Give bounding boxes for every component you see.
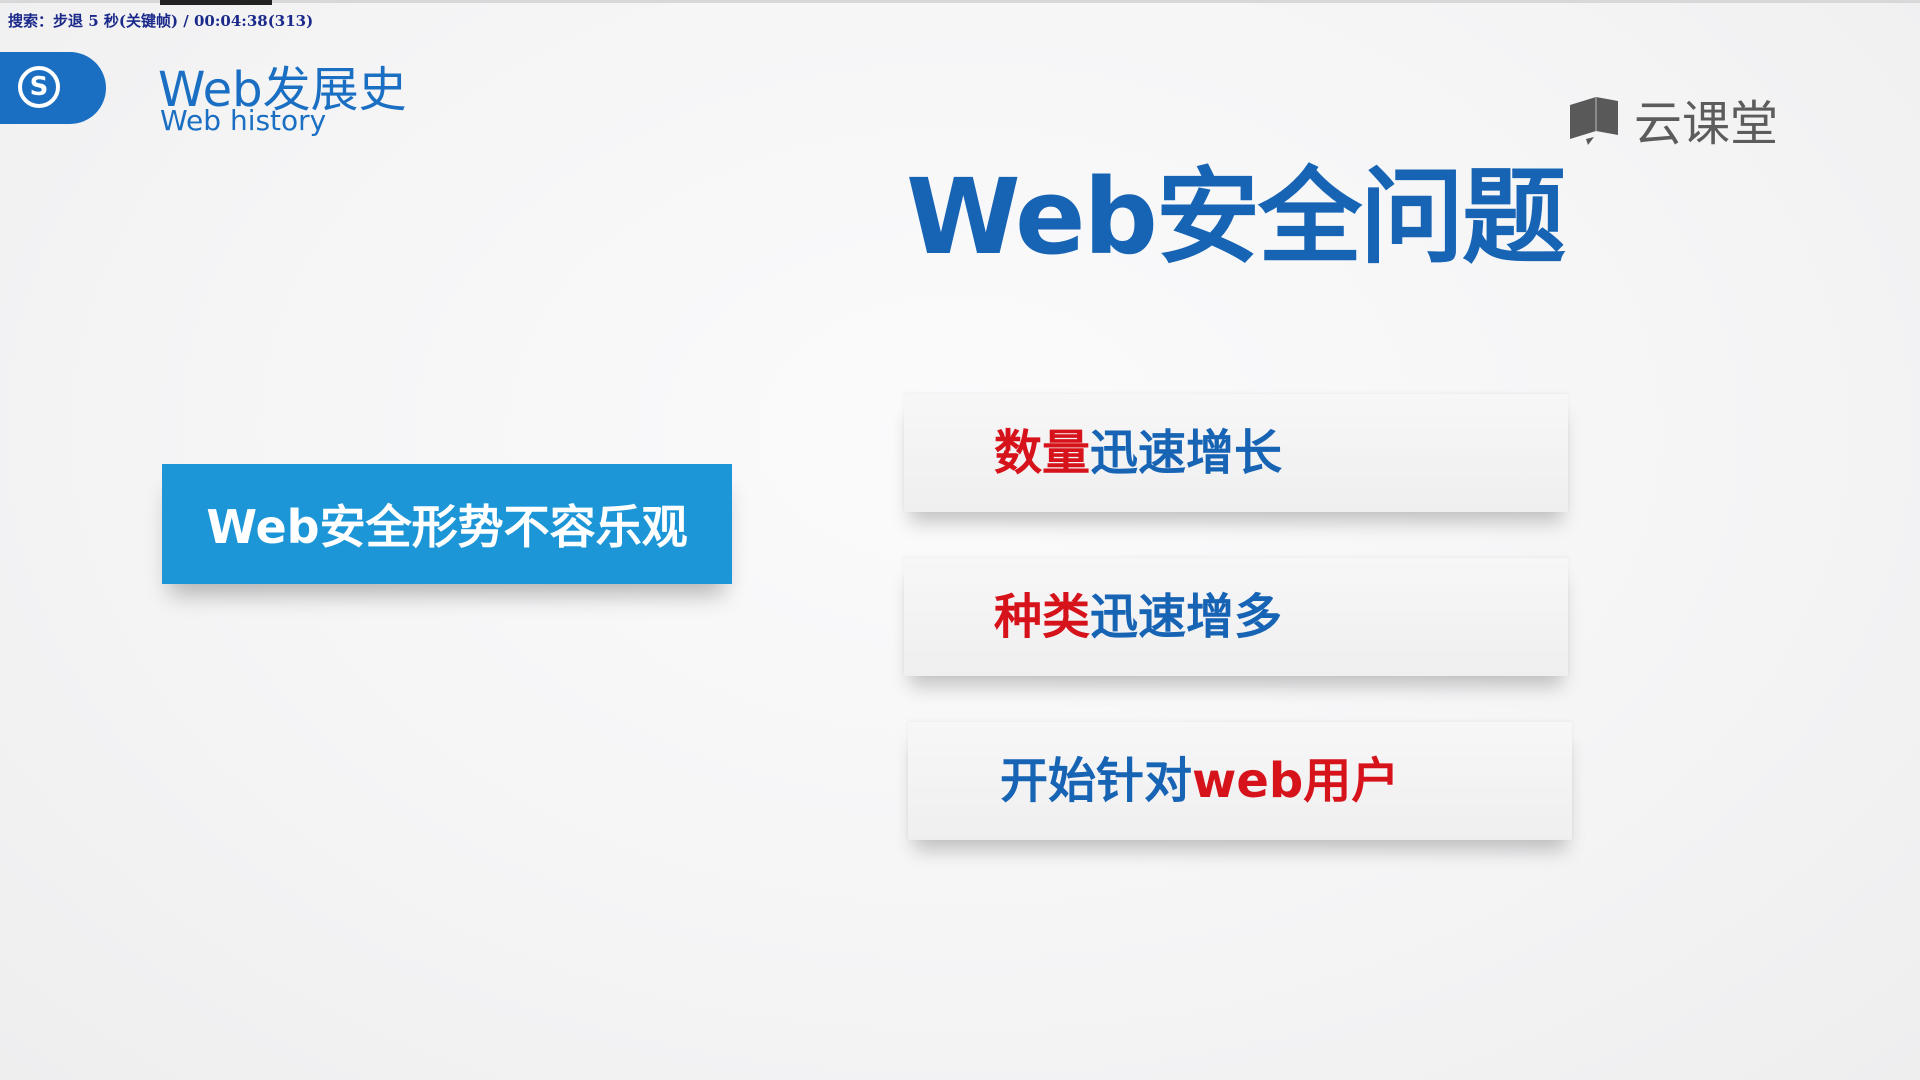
callout-text: Web安全形势不容乐观 [206, 500, 688, 554]
slide-stage: 搜索：步退 5 秒(关键帧) / 00:04:38(313) S Web发展史 … [0, 0, 1920, 1080]
callout-box: Web安全形势不容乐观 [162, 464, 732, 584]
slide-title: Web安全问题 [906, 156, 1566, 278]
logo-s-icon: S [18, 66, 60, 108]
section-subtitle: Web history [160, 104, 327, 137]
list-item-rest: 迅速增长 [1090, 425, 1283, 481]
list-item: 开始针对web用户 [908, 722, 1572, 840]
list-item-text: 种类迅速增多 [994, 558, 1282, 676]
list-item: 数量迅速增长 [904, 394, 1568, 512]
list-item-rest: 开始针对 [1000, 753, 1193, 809]
list-item-highlight: web用户 [1192, 753, 1400, 809]
brand-name: 云课堂 [1634, 96, 1779, 152]
list-item-text: 数量迅速增长 [994, 394, 1282, 512]
list-item: 种类迅速增多 [904, 558, 1568, 676]
list-item-rest: 迅速增多 [1090, 589, 1283, 645]
logo-badge: S [0, 52, 106, 124]
book-icon [1570, 97, 1618, 145]
list-item-highlight: 数量 [994, 425, 1091, 481]
video-progress-fill [160, 0, 272, 5]
video-progress-bar[interactable] [0, 0, 1920, 5]
brand-logo: 云课堂 [1566, 84, 1778, 154]
list-item-text: 开始针对web用户 [1000, 722, 1399, 840]
player-osd-text: 搜索：步退 5 秒(关键帧) / 00:04:38(313) [8, 12, 314, 30]
list-item-highlight: 种类 [994, 589, 1091, 645]
